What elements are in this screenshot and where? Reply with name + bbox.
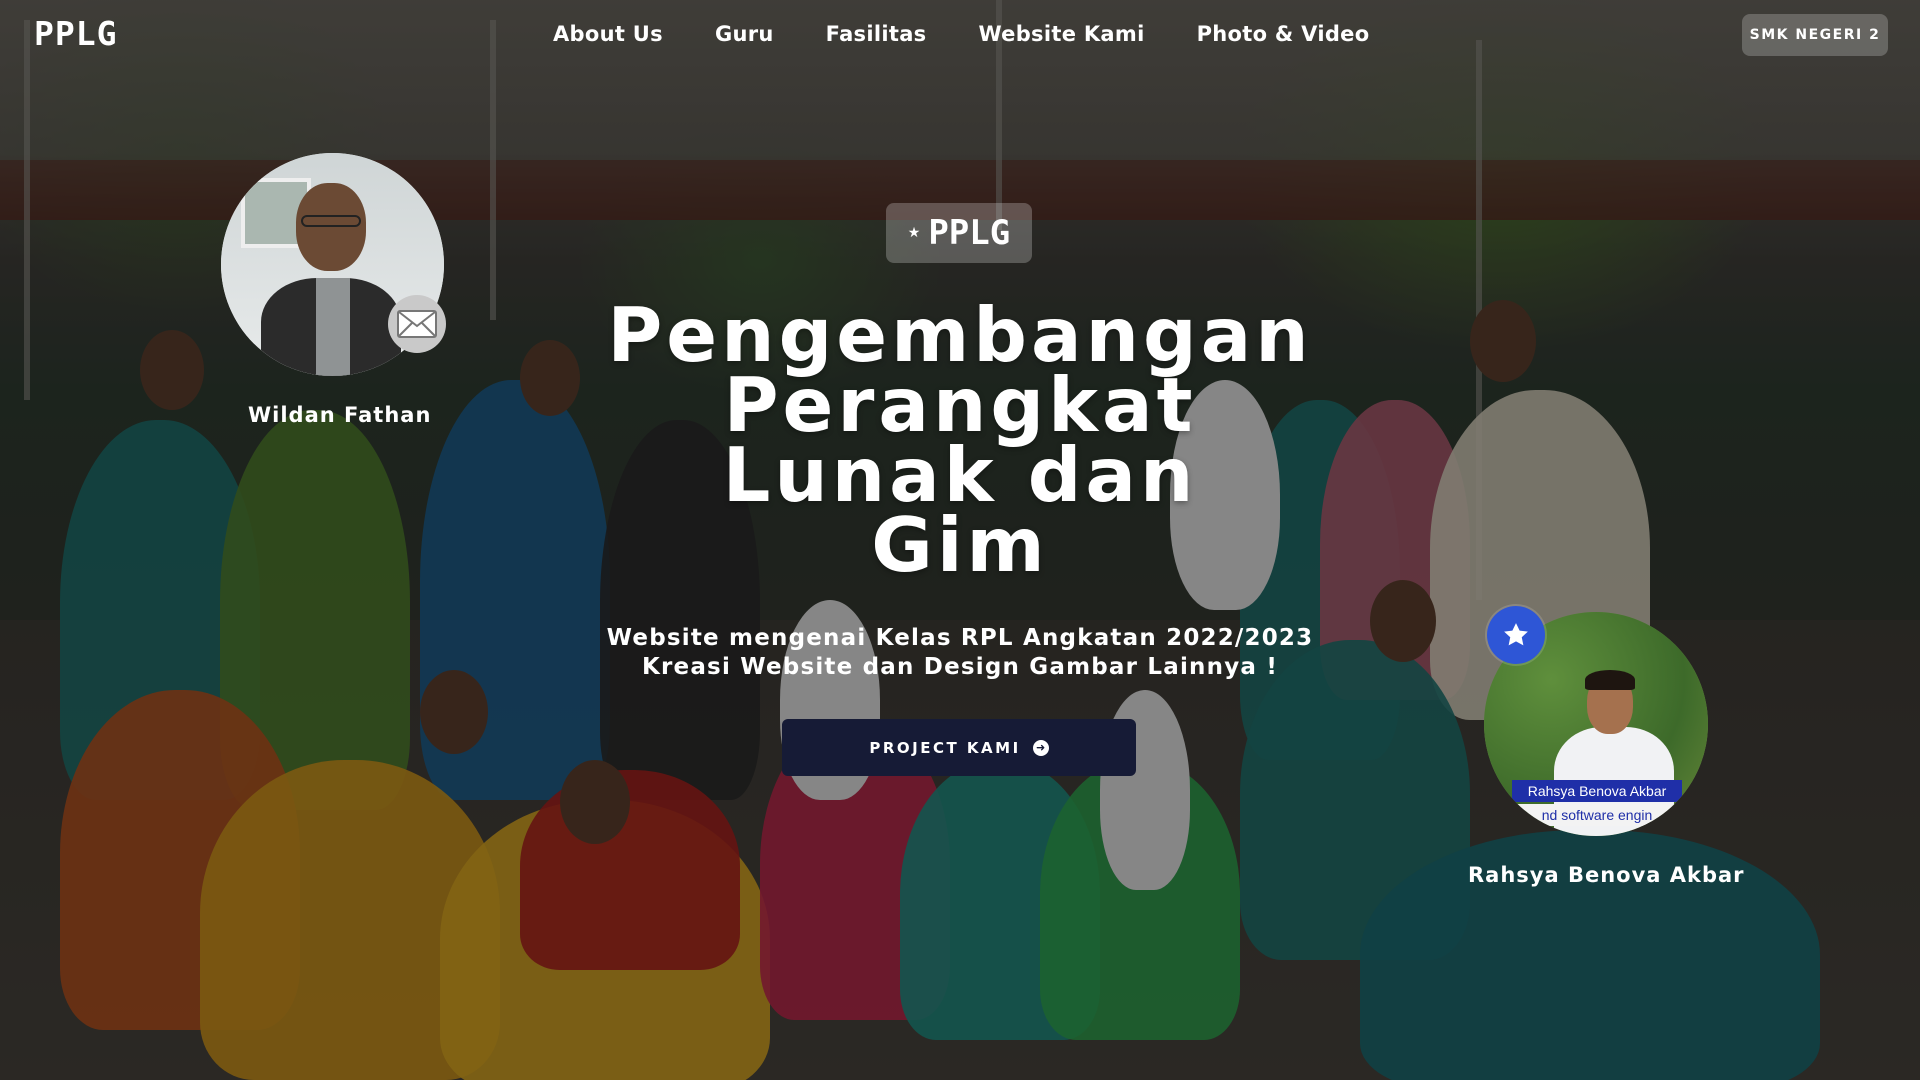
star-icon: ★ [907, 225, 921, 241]
arrow-right-circle-icon: ➜ [1032, 739, 1049, 756]
nav-about-us[interactable]: About Us [553, 22, 663, 46]
hero-subtitle: Website mengenai Kelas RPL Angkatan 2022… [560, 624, 1360, 682]
hero-tag-label: PPLG [928, 213, 1011, 253]
school-name-button[interactable]: SMK NEGERI 2 [1742, 14, 1888, 56]
profile-name-wildan: Wildan Fathan [248, 403, 432, 427]
nav-photo-video[interactable]: Photo & Video [1197, 22, 1370, 46]
nav-website-kami[interactable]: Website Kami [978, 22, 1144, 46]
hero-subtitle-line: Website mengenai Kelas RPL Angkatan 2022… [606, 625, 1314, 651]
hero-tag: ★ PPLG [886, 203, 1032, 263]
hero-subtitle-line: Kreasi Website dan Design Gambar Lainnya… [641, 654, 1279, 680]
photo-caption-name: Rahsya Benova Akbar [1512, 780, 1682, 802]
star-icon[interactable] [1487, 606, 1545, 664]
profile-name-rahsya: Rahsya Benova Akbar [1468, 863, 1745, 887]
nav-fasilitas[interactable]: Fasilitas [826, 22, 927, 46]
cta-label: PROJECT KAMI [869, 738, 1021, 757]
main-nav: About Us Guru Fasilitas Website Kami Pho… [553, 22, 1369, 46]
hero-title-line: Gim [871, 501, 1049, 589]
site-logo[interactable]: PPLG [34, 14, 117, 53]
mail-icon[interactable] [388, 295, 446, 353]
project-kami-button[interactable]: PROJECT KAMI ➜ [782, 719, 1136, 776]
hero-title: Pengembangan Perangkat Lunak dan Gim [560, 298, 1360, 583]
photo-caption-role: nd software engin [1512, 804, 1682, 826]
nav-guru[interactable]: Guru [715, 22, 774, 46]
